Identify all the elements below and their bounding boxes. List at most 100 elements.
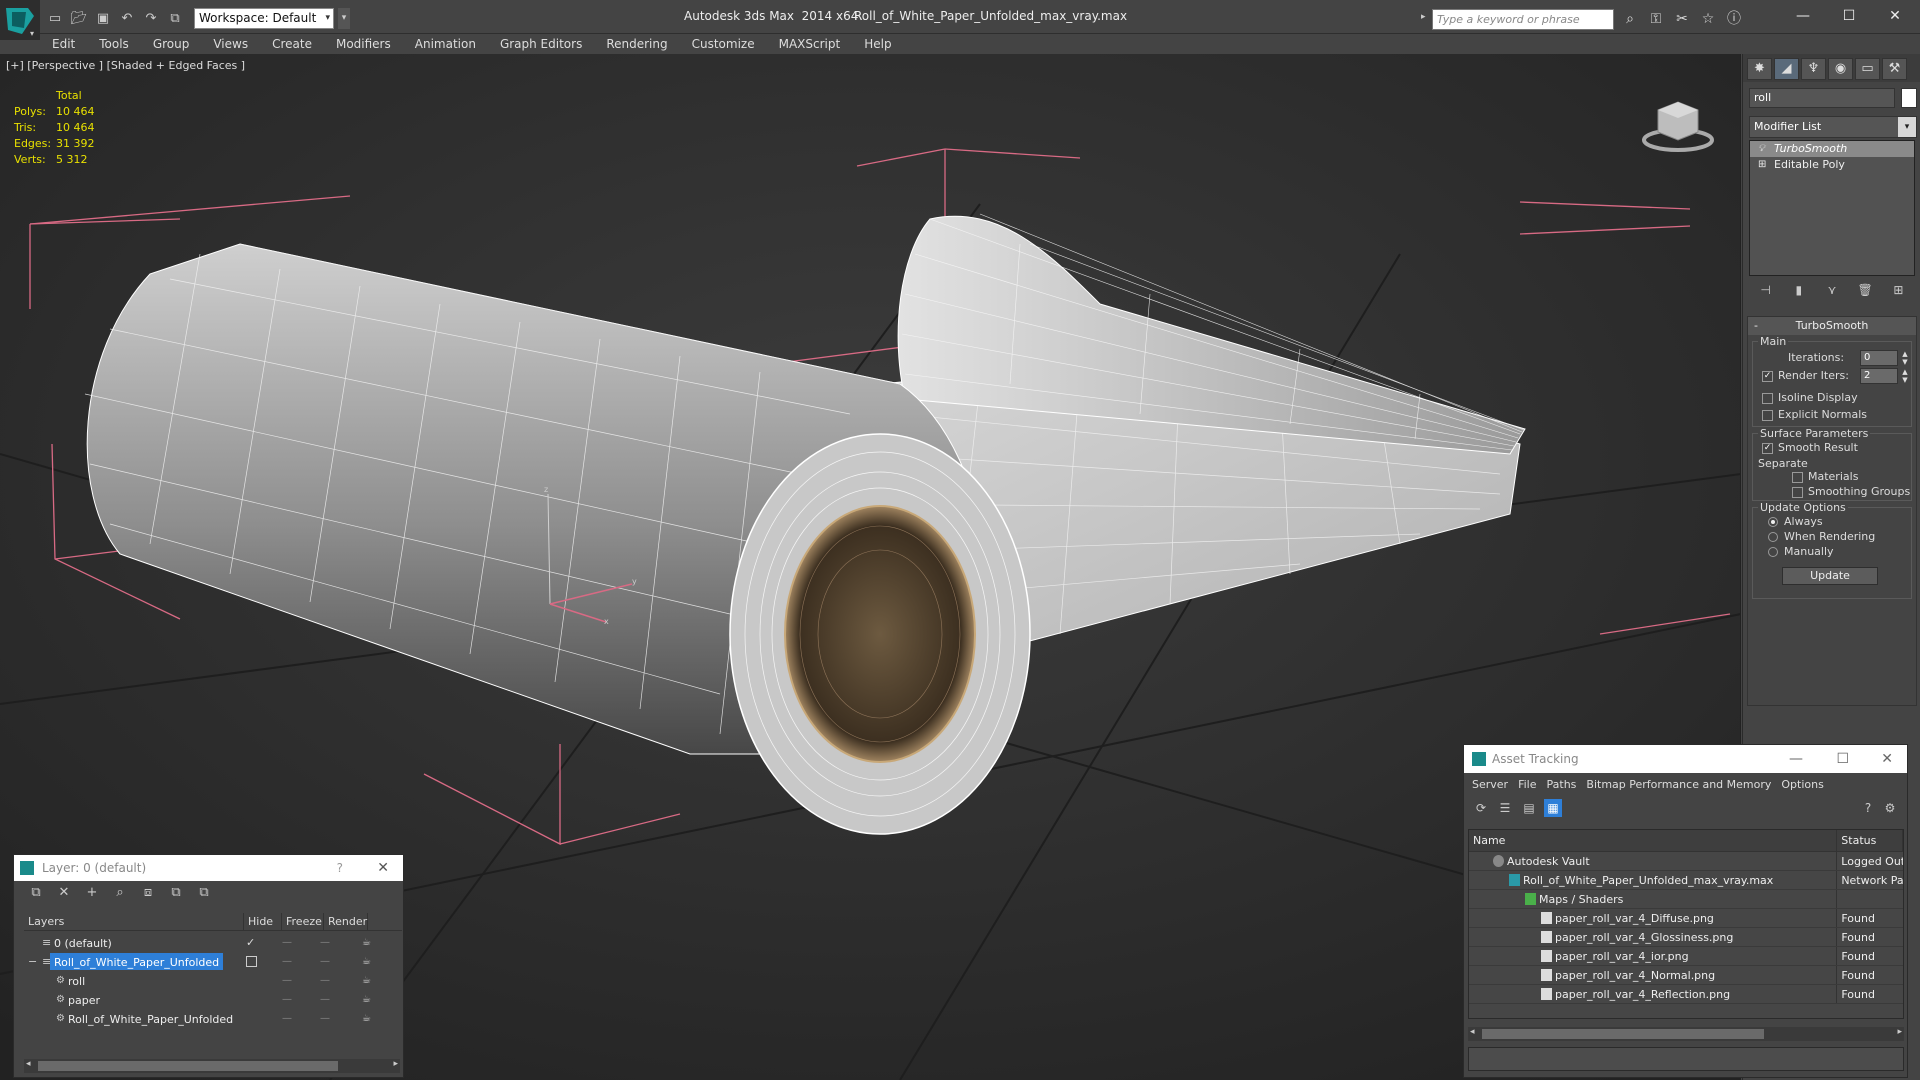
stack-item-editable-poly[interactable]: ⊞ Editable Poly bbox=[1750, 157, 1914, 173]
hide-toggle[interactable]: — bbox=[282, 990, 292, 1009]
hide-toggle[interactable]: — bbox=[282, 971, 292, 990]
render-iters-spinner[interactable]: 2 bbox=[1860, 368, 1898, 384]
menu-server[interactable]: Server bbox=[1472, 778, 1508, 791]
scrollbar-thumb[interactable] bbox=[1482, 1029, 1764, 1039]
always-radio[interactable] bbox=[1768, 517, 1778, 527]
minimize-icon[interactable]: — bbox=[1780, 4, 1826, 28]
expand-plus-icon[interactable]: ⊞ bbox=[1758, 157, 1766, 173]
close-icon[interactable]: ✕ bbox=[1872, 4, 1918, 28]
menu-customize[interactable]: Customize bbox=[680, 34, 767, 54]
hierarchy-tab-icon[interactable]: ♆ bbox=[1801, 58, 1826, 80]
materials-checkbox[interactable] bbox=[1792, 472, 1803, 483]
freeze-toggle[interactable]: — bbox=[320, 1009, 330, 1028]
freeze-all-icon[interactable]: ⧉ bbox=[194, 885, 214, 903]
menu-animation[interactable]: Animation bbox=[403, 34, 488, 54]
spinner-arrows-icon[interactable]: ▲ ▼ bbox=[1900, 350, 1910, 366]
close-icon[interactable]: ✕ bbox=[377, 855, 389, 881]
hide-toggle[interactable]: — bbox=[282, 933, 292, 952]
layer-row[interactable]: − ≡ Roll_of_White_Paper_Unfolded — — ☕︎ bbox=[24, 952, 402, 971]
refresh-icon[interactable]: ⟳ bbox=[1472, 799, 1490, 817]
menu-edit[interactable]: Edit bbox=[40, 34, 87, 54]
menu-bitmap-performance[interactable]: Bitmap Performance and Memory bbox=[1586, 778, 1771, 791]
menu-create[interactable]: Create bbox=[260, 34, 324, 54]
menu-options[interactable]: Options bbox=[1781, 778, 1823, 791]
detail-view-icon[interactable]: ▤ bbox=[1520, 799, 1538, 817]
highlight-layer-icon[interactable]: ⧈ bbox=[138, 885, 158, 903]
add-to-layer-icon[interactable]: + bbox=[82, 885, 102, 903]
app-logo-icon[interactable]: ▾ bbox=[0, 0, 40, 40]
menu-group[interactable]: Group bbox=[141, 34, 202, 54]
asset-window-titlebar[interactable]: Asset Tracking — ☐ ✕ bbox=[1464, 745, 1907, 773]
list-view-icon[interactable]: ☰ bbox=[1496, 799, 1514, 817]
configure-sets-icon[interactable]: ⊞ bbox=[1888, 280, 1908, 300]
col-layers[interactable]: Layers bbox=[24, 913, 244, 930]
select-objects-icon[interactable]: ⌕ bbox=[110, 885, 130, 903]
col-freeze[interactable]: Freeze bbox=[282, 913, 324, 930]
when-rendering-radio[interactable] bbox=[1768, 532, 1778, 542]
layer-row[interactable]: ⚙︎ roll — — ☕︎ bbox=[24, 971, 402, 990]
scroll-left-icon[interactable]: ◂ bbox=[26, 1059, 31, 1069]
hide-toggle[interactable]: — bbox=[282, 952, 292, 971]
layer-row[interactable]: ⚙︎ Roll_of_White_Paper_Unfolded — — ☕︎ bbox=[24, 1009, 402, 1028]
render-teapot-icon[interactable]: ☕︎ bbox=[362, 933, 371, 952]
iterations-spinner[interactable]: 0 bbox=[1860, 350, 1898, 366]
save-file-icon[interactable]: ▣ bbox=[92, 8, 114, 28]
horizontal-scrollbar[interactable]: ◂ ▸ bbox=[24, 1059, 400, 1073]
collapse-icon[interactable]: − bbox=[28, 952, 37, 971]
render-teapot-icon[interactable]: ☕︎ bbox=[362, 971, 371, 990]
table-row[interactable]: paper_roll_var_4_Normal.png Found bbox=[1469, 966, 1903, 985]
show-end-result-icon[interactable]: ▮ bbox=[1789, 280, 1809, 300]
scroll-right-icon[interactable]: ▸ bbox=[393, 1059, 398, 1069]
set-active-checkbox[interactable] bbox=[246, 956, 257, 967]
menu-modifiers[interactable]: Modifiers bbox=[324, 34, 403, 54]
new-file-icon[interactable]: ▭ bbox=[44, 8, 66, 28]
object-color-swatch[interactable] bbox=[1901, 88, 1917, 108]
maximize-icon[interactable]: ☐ bbox=[1826, 4, 1872, 28]
menu-file[interactable]: File bbox=[1518, 778, 1536, 791]
freeze-toggle[interactable]: — bbox=[320, 990, 330, 1009]
stack-item-turbosmooth[interactable]: 💡︎ TurboSmooth bbox=[1750, 141, 1914, 157]
workspace-select[interactable]: Workspace: Default ▾ bbox=[194, 7, 334, 29]
binoculars-icon[interactable]: ⌕ bbox=[1620, 9, 1640, 29]
menu-maxscript[interactable]: MAXScript bbox=[767, 34, 853, 54]
render-teapot-icon[interactable]: ☕︎ bbox=[362, 952, 371, 971]
spinner-arrows-icon[interactable]: ▲ ▼ bbox=[1900, 368, 1910, 384]
viewcube-icon[interactable] bbox=[1640, 90, 1716, 154]
key-icon[interactable]: ⚿ bbox=[1646, 9, 1666, 29]
create-layer-icon[interactable]: ⧉ bbox=[26, 885, 46, 903]
undo-icon[interactable]: ↶ bbox=[116, 8, 138, 28]
settings-icon[interactable]: ⚙︎ bbox=[1881, 799, 1899, 817]
menu-views[interactable]: Views bbox=[201, 34, 260, 54]
menu-rendering[interactable]: Rendering bbox=[594, 34, 679, 54]
manually-radio[interactable] bbox=[1768, 547, 1778, 557]
workspace-dropdown-icon[interactable]: ▾ bbox=[338, 7, 350, 29]
render-teapot-icon[interactable]: ☕︎ bbox=[362, 990, 371, 1009]
menu-help[interactable]: Help bbox=[852, 34, 903, 54]
redo-icon[interactable]: ↷ bbox=[140, 8, 162, 28]
table-view-icon[interactable]: ▦ bbox=[1544, 799, 1562, 817]
layer-row[interactable]: ≡ 0 (default) ✓ — — ☕︎ bbox=[24, 933, 402, 952]
col-name[interactable]: Name bbox=[1469, 830, 1838, 851]
table-row[interactable]: paper_roll_var_4_Reflection.png Found bbox=[1469, 985, 1903, 1004]
hold-icon[interactable]: ⧉ bbox=[164, 8, 186, 28]
star-icon[interactable]: ☆ bbox=[1698, 9, 1718, 29]
scroll-left-icon[interactable]: ◂ bbox=[1470, 1027, 1475, 1037]
active-layer-checkmark-icon[interactable]: ✓ bbox=[246, 933, 255, 952]
layer-row[interactable]: ⚙︎ paper — — ☕︎ bbox=[24, 990, 402, 1009]
rollout-header[interactable]: - TurboSmooth bbox=[1748, 317, 1916, 335]
col-hide[interactable]: Hide bbox=[244, 913, 282, 930]
isoline-display-checkbox[interactable] bbox=[1762, 393, 1773, 404]
table-row[interactable]: paper_roll_var_4_ior.png Found bbox=[1469, 947, 1903, 966]
create-tab-icon[interactable]: ✸ bbox=[1747, 58, 1772, 80]
menu-tools[interactable]: Tools bbox=[87, 34, 141, 54]
minimize-icon[interactable]: — bbox=[1789, 745, 1803, 773]
connect-icon[interactable]: ✂ bbox=[1672, 9, 1692, 29]
freeze-toggle[interactable]: — bbox=[320, 971, 330, 990]
freeze-toggle[interactable]: — bbox=[320, 933, 330, 952]
object-name-field[interactable]: roll bbox=[1749, 88, 1895, 108]
delete-layer-icon[interactable]: ✕ bbox=[54, 885, 74, 903]
smooth-result-checkbox[interactable]: ✓ bbox=[1762, 443, 1773, 454]
freeze-toggle[interactable]: — bbox=[320, 952, 330, 971]
make-unique-icon[interactable]: ⋎ bbox=[1822, 280, 1842, 300]
col-status[interactable]: Status bbox=[1837, 830, 1903, 851]
